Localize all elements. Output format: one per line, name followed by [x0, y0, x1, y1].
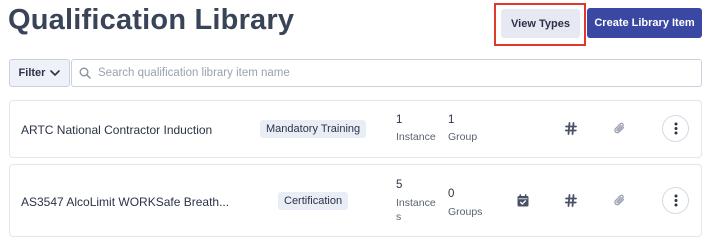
group-label: Group [448, 131, 478, 143]
instance-count: 1 [396, 114, 403, 126]
view-types-button[interactable]: View Types [501, 9, 580, 38]
page-title: Qualification Library [8, 4, 295, 36]
group-label: Groups [448, 206, 483, 218]
item-name: AS3547 AlcoLimit WORKSafe Breath... [21, 195, 230, 209]
group-count: 1 [448, 114, 455, 126]
more-actions-button[interactable] [662, 115, 689, 142]
instance-label-wrap: s [396, 211, 402, 223]
calendar-check-icon [517, 194, 529, 207]
item-type-badge: Mandatory Training [260, 120, 367, 138]
hash-icon [565, 122, 577, 135]
item-name: ARTC National Contractor Induction [21, 123, 213, 137]
instance-count: 5 [396, 179, 403, 191]
search-input[interactable] [98, 67, 658, 79]
more-actions-button[interactable] [662, 187, 689, 214]
instance-label: Instance [396, 131, 436, 143]
create-library-item-button[interactable]: Create Library Item [587, 8, 702, 38]
paperclip-icon [614, 122, 626, 135]
item-type-badge: Certification [278, 192, 349, 210]
filter-button[interactable]: Filter [9, 59, 70, 87]
library-item-row[interactable]: ARTC National Contractor Induction Manda… [9, 100, 702, 158]
paperclip-icon [614, 194, 626, 207]
library-item-row[interactable]: AS3547 AlcoLimit WORKSafe Breath... Cert… [9, 164, 702, 237]
hash-icon [565, 194, 577, 207]
kebab-icon [674, 194, 678, 207]
chevron-down-icon [50, 69, 61, 77]
instance-label: Instance [396, 197, 436, 209]
group-count: 0 [448, 188, 455, 200]
search-icon [79, 67, 91, 79]
search-box [71, 59, 702, 87]
kebab-icon [674, 122, 678, 135]
filter-label: Filter [18, 67, 46, 79]
